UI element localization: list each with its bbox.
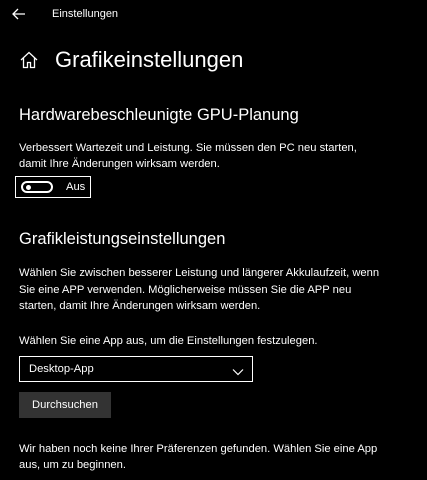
graphics-performance-description-line-2: Sie eine APP verwenden. Möglicherweise m… (19, 284, 352, 296)
browse-button[interactable]: Durchsuchen (19, 392, 111, 418)
settings-page: Einstellungen Grafikeinstellungen Hardwa… (0, 0, 427, 480)
home-icon (19, 50, 39, 70)
toggle-label: Aus (66, 181, 86, 193)
select-app-prompt: Wählen Sie eine App aus, um die Einstell… (19, 335, 318, 347)
empty-state-line-1: Wir haben noch keine Ihrer Präferenzen g… (19, 443, 378, 455)
graphics-performance-description-line-1: Wählen Sie zwischen besserer Leistung un… (19, 267, 380, 279)
empty-state-line-2: aus, um zu beginnen. (19, 459, 126, 471)
gpu-scheduling-heading: Hardwarebeschleunigte GPU-Planung (19, 106, 299, 124)
graphics-performance-description-line-3: starten, damit Ihre Änderungen wirksam w… (19, 300, 261, 312)
toggle-switch[interactable] (21, 181, 53, 193)
chevron-down-icon (232, 364, 244, 376)
gpu-scheduling-toggle[interactable]: Aus (15, 176, 91, 198)
app-type-dropdown[interactable]: Desktop-App (19, 356, 253, 382)
dropdown-selected-value: Desktop-App (29, 363, 94, 375)
window-title: Einstellungen (52, 8, 119, 20)
arrow-left-icon[interactable] (10, 5, 28, 23)
gpu-scheduling-description-line-1: Verbessert Wartezeit und Leistung. Sie m… (19, 142, 357, 154)
toggle-knob (26, 185, 31, 190)
gpu-scheduling-description-line-2: damit Ihre Änderungen wirksam werden. (19, 158, 220, 170)
graphics-performance-heading: Grafikleistungseinstellungen (19, 230, 226, 248)
page-title: Grafikeinstellungen (55, 47, 244, 72)
title-bar: Einstellungen (0, 0, 427, 28)
